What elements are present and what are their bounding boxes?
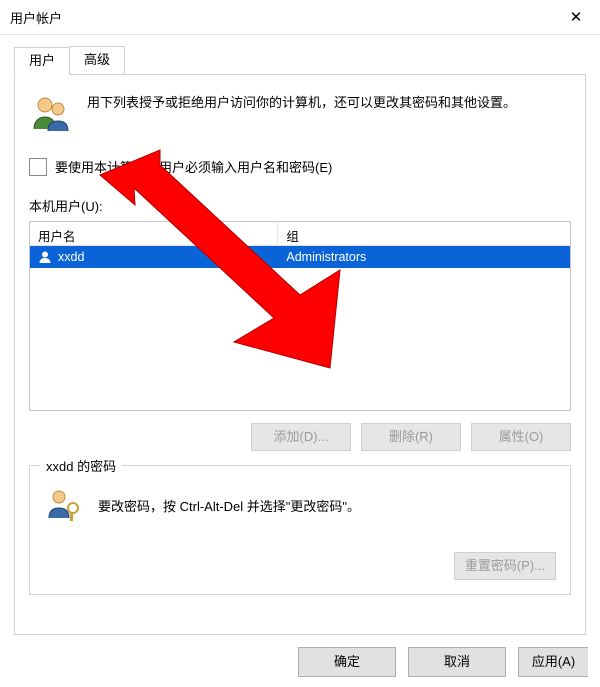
user-buttons-row: 添加(D)... 删除(R) 属性(O): [29, 423, 571, 451]
require-login-checkbox[interactable]: [29, 158, 47, 176]
tab-page-users: 用下列表授予或拒绝用户访问你的计算机，还可以更改其密码和其他设置。 要使用本计算…: [14, 75, 586, 635]
tab-advanced[interactable]: 高级: [69, 46, 125, 74]
password-groupbox: xxdd 的密码 要改密码，按 Ctrl-Alt-Del 并选择"更改密码"。 …: [29, 465, 571, 595]
users-listview[interactable]: 用户名 组 xxdd Administrators: [29, 221, 571, 411]
column-group[interactable]: 组: [278, 222, 570, 245]
password-info-row: 要改密码，按 Ctrl-Alt-Del 并选择"更改密码"。: [44, 486, 556, 524]
password-info-text: 要改密码，按 Ctrl-Alt-Del 并选择"更改密码"。: [98, 496, 360, 515]
content-area: 用户 高级 用下列表授予或拒绝用户访问你的计算机，还可以更改其密码和其他设置。 …: [0, 35, 600, 635]
cancel-button[interactable]: 取消: [408, 647, 506, 677]
key-user-icon: [44, 486, 84, 524]
close-button[interactable]: ✕: [552, 0, 600, 34]
user-icon: [38, 250, 52, 264]
remove-user-button[interactable]: 删除(R): [361, 423, 461, 451]
reset-password-button[interactable]: 重置密码(P)...: [454, 552, 556, 580]
close-icon: ✕: [570, 8, 583, 26]
password-buttons-row: 重置密码(P)...: [44, 552, 556, 580]
window-title: 用户帐户: [10, 8, 62, 27]
require-login-row: 要使用本计算机，用户必须输入用户名和密码(E): [29, 157, 571, 176]
titlebar: 用户帐户 ✕: [0, 0, 600, 35]
list-cell-username: xxdd: [30, 250, 278, 264]
add-user-button[interactable]: 添加(D)...: [251, 423, 351, 451]
dialog-buttons: 确定 取消 应用(A): [298, 637, 600, 687]
properties-button[interactable]: 属性(O): [471, 423, 571, 451]
intro-row: 用下列表授予或拒绝用户访问你的计算机，还可以更改其密码和其他设置。: [29, 93, 571, 135]
column-username[interactable]: 用户名: [30, 222, 278, 245]
users-icon: [29, 93, 73, 135]
apply-button[interactable]: 应用(A): [518, 647, 588, 677]
list-cell-group: Administrators: [278, 250, 570, 264]
tab-strip: 用户 高级: [14, 47, 586, 75]
listview-header: 用户名 组: [30, 222, 570, 246]
intro-text: 用下列表授予或拒绝用户访问你的计算机，还可以更改其密码和其他设置。: [87, 93, 571, 114]
list-item[interactable]: xxdd Administrators: [30, 246, 570, 268]
tab-users[interactable]: 用户: [14, 47, 70, 75]
list-username-text: xxdd: [58, 250, 84, 264]
require-login-label: 要使用本计算机，用户必须输入用户名和密码(E): [55, 157, 332, 176]
ok-button[interactable]: 确定: [298, 647, 396, 677]
password-group-title: xxdd 的密码: [40, 456, 122, 475]
users-list-label: 本机用户(U):: [29, 196, 571, 215]
